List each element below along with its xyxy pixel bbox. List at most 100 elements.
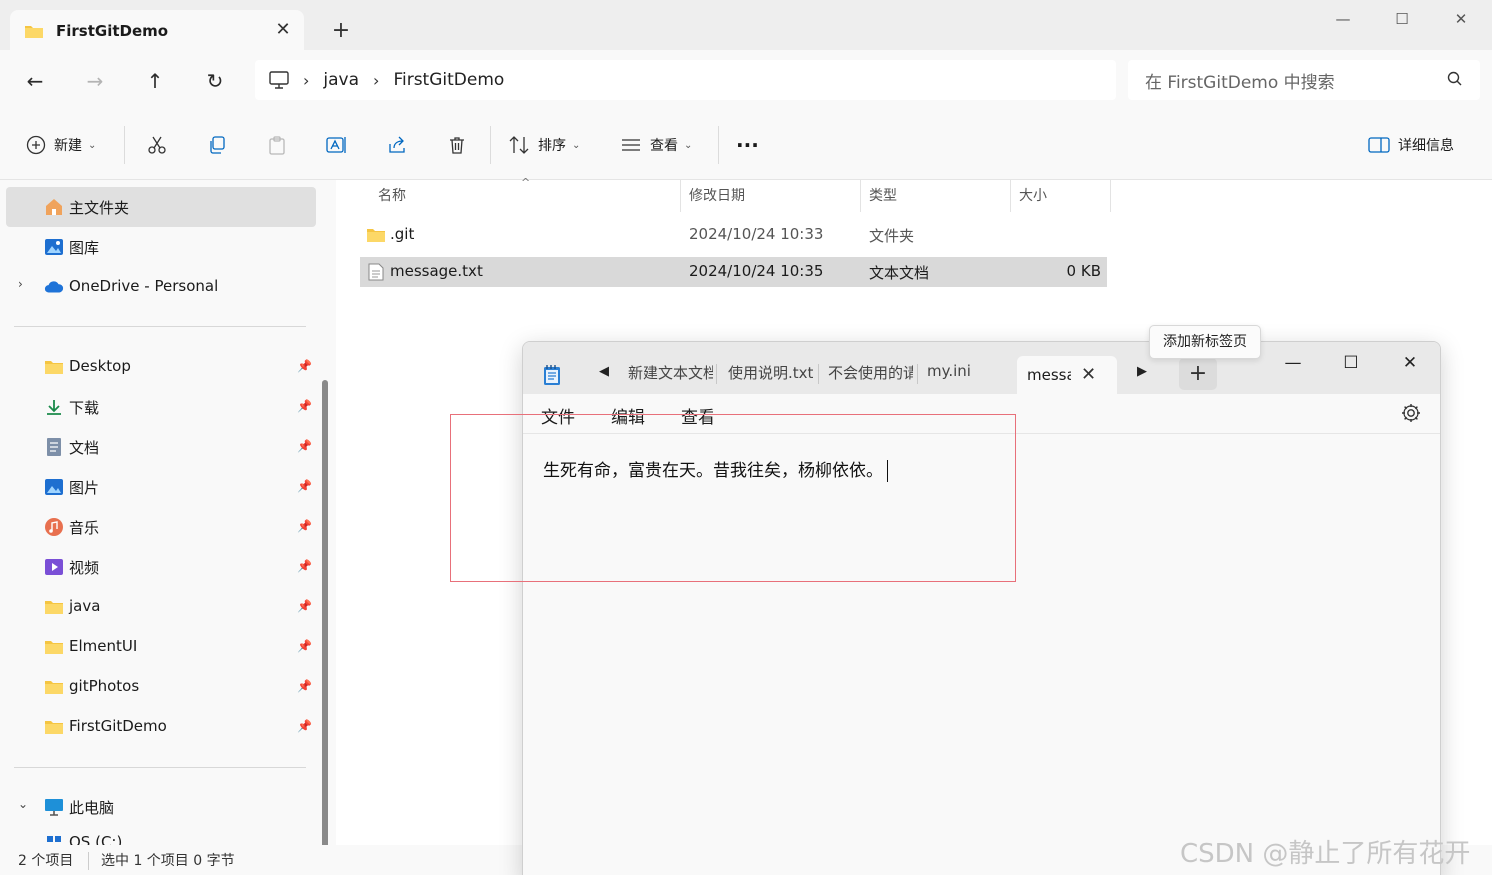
explorer-tab-title: FirstGitDemo	[56, 22, 169, 40]
sidebar-item-drive-c[interactable]: OS (C:)	[6, 827, 316, 845]
sidebar-item-home[interactable]: 主文件夹	[6, 187, 316, 227]
chevron-down-icon: ⌄	[572, 139, 581, 151]
sidebar-item-label: java	[69, 597, 101, 615]
back-button[interactable]: ←	[18, 64, 52, 98]
notepad-maximize-button[interactable]: ☐	[1322, 348, 1380, 378]
pin-icon[interactable]: 📌	[297, 479, 312, 493]
notepad-tab-active[interactable]: message.txt ✕	[1017, 356, 1117, 394]
column-header-size[interactable]: 大小	[1011, 180, 1047, 212]
pin-icon[interactable]: 📌	[297, 399, 312, 413]
up-button[interactable]: ↑	[138, 64, 172, 98]
sidebar-item-onedrive[interactable]: › OneDrive - Personal	[6, 267, 316, 307]
sidebar-item-label: gitPhotos	[69, 677, 140, 695]
sidebar-item-label: 音乐	[69, 519, 100, 537]
delete-button[interactable]	[442, 130, 472, 160]
explorer-tab-firstgitdemo[interactable]: FirstGitDemo ✕	[10, 10, 304, 52]
column-divider[interactable]	[1110, 180, 1111, 212]
paste-icon	[269, 136, 285, 155]
address-bar[interactable]: › java › FirstGitDemo	[255, 60, 1116, 100]
sidebar-item-label: 文档	[69, 439, 100, 457]
notepad-tab[interactable]: 不会使用的请	[828, 362, 913, 392]
copy-button[interactable]	[202, 130, 232, 160]
close-window-button[interactable]: ✕	[1432, 4, 1490, 34]
sidebar-item-java[interactable]: java 📌	[6, 587, 316, 627]
rename-button[interactable]	[322, 130, 352, 160]
view-button[interactable]: 查看 ⌄	[620, 130, 692, 160]
sort-button[interactable]: 排序 ⌄	[508, 130, 580, 160]
minimize-button[interactable]: —	[1314, 4, 1372, 34]
sidebar-item-firstgitdemo[interactable]: FirstGitDemo 📌	[6, 707, 316, 747]
tab-divider	[917, 364, 918, 384]
chevron-down-icon[interactable]: ⌄	[18, 797, 28, 811]
sidebar-item-label: 图片	[69, 479, 100, 497]
search-input[interactable]: 在 FirstGitDemo 中搜索	[1128, 60, 1480, 100]
sidebar-item-label: FirstGitDemo	[69, 717, 167, 735]
command-bar: 新建 ⌄ 排序 ⌄ 查看 ⌄ ··· 详细信息	[0, 110, 1492, 180]
folder-icon	[44, 597, 64, 617]
tab-scroll-left-button[interactable]: ◀	[599, 364, 609, 379]
share-button[interactable]	[382, 130, 412, 160]
tab-scroll-right-button[interactable]: ▶	[1137, 364, 1147, 379]
file-size: 0 KB	[1066, 262, 1101, 280]
sidebar-scrollbar[interactable]	[322, 380, 328, 875]
notepad-tab[interactable]: 使用说明.txt	[728, 362, 813, 392]
notepad-minimize-button[interactable]: —	[1264, 348, 1322, 378]
toolbar-divider	[124, 126, 125, 164]
close-tab-icon[interactable]: ✕	[1081, 364, 1096, 385]
file-row-git[interactable]: .git 2024/10/24 10:33 文件夹	[360, 220, 1107, 250]
column-header-type[interactable]: 类型	[861, 180, 897, 212]
paste-button[interactable]	[262, 130, 292, 160]
breadcrumb-separator: ›	[303, 70, 310, 90]
sidebar-item-gallery[interactable]: 图库	[6, 227, 316, 267]
sidebar-item-label: OneDrive - Personal	[69, 277, 219, 295]
pin-icon[interactable]: 📌	[297, 439, 312, 453]
sidebar-item-this-pc[interactable]: ⌄ 此电脑	[6, 787, 316, 827]
file-row-message-txt[interactable]: message.txt 2024/10/24 10:35 文本文档 0 KB	[360, 257, 1107, 287]
sidebar-item-music[interactable]: 音乐 📌	[6, 507, 316, 547]
sidebar-item-downloads[interactable]: 下载 📌	[6, 387, 316, 427]
notepad-close-button[interactable]: ✕	[1381, 348, 1439, 378]
status-divider	[88, 852, 89, 870]
close-tab-icon[interactable]: ✕	[272, 19, 294, 41]
scissors-icon	[148, 136, 166, 154]
pin-icon[interactable]: 📌	[297, 599, 312, 613]
sidebar-divider	[14, 326, 306, 327]
column-header-modified[interactable]: 修改日期	[681, 180, 745, 212]
add-tab-button[interactable]: +	[1179, 358, 1217, 390]
cut-button[interactable]	[142, 130, 172, 160]
sidebar-item-pictures[interactable]: 图片 📌	[6, 467, 316, 507]
chevron-down-icon: ⌄	[88, 139, 97, 151]
breadcrumb-firstgitdemo[interactable]: FirstGitDemo	[393, 70, 504, 90]
pin-icon[interactable]: 📌	[297, 559, 312, 573]
forward-button[interactable]: →	[78, 64, 112, 98]
notepad-tab[interactable]: 新建文本文档	[628, 362, 713, 392]
notepad-tab[interactable]: my.ini	[927, 362, 997, 392]
sidebar-item-desktop[interactable]: Desktop 📌	[6, 347, 316, 387]
maximize-button[interactable]: ☐	[1373, 4, 1431, 34]
pictures-icon	[44, 477, 64, 497]
sidebar-item-label: 图库	[69, 239, 100, 257]
sidebar-item-videos[interactable]: 视频 📌	[6, 547, 316, 587]
details-pane-button[interactable]: 详细信息	[1368, 130, 1454, 160]
refresh-button[interactable]: ↻	[198, 64, 232, 98]
folder-icon	[25, 26, 43, 38]
column-header-name[interactable]: 名称	[370, 180, 406, 212]
new-tab-button[interactable]: +	[328, 18, 354, 44]
file-name: message.txt	[390, 262, 483, 280]
pin-icon[interactable]: 📌	[297, 639, 312, 653]
sidebar-item-elmentui[interactable]: ElmentUI 📌	[6, 627, 316, 667]
pin-icon[interactable]: 📌	[297, 719, 312, 733]
csdn-watermark: CSDN @静止了所有花开	[1180, 839, 1471, 869]
toolbar-divider	[718, 126, 719, 164]
sidebar-item-documents[interactable]: 文档 📌	[6, 427, 316, 467]
pin-icon[interactable]: 📌	[297, 679, 312, 693]
new-button[interactable]: 新建 ⌄	[26, 130, 96, 160]
breadcrumb-java[interactable]: java	[323, 70, 359, 90]
pin-icon[interactable]: 📌	[297, 519, 312, 533]
pin-icon[interactable]: 📌	[297, 359, 312, 373]
sidebar-item-gitphotos[interactable]: gitPhotos 📌	[6, 667, 316, 707]
chevron-right-icon[interactable]: ›	[18, 277, 23, 291]
more-options-button[interactable]: ···	[736, 130, 759, 160]
settings-gear-icon[interactable]	[1400, 402, 1422, 428]
rename-icon	[326, 137, 346, 153]
